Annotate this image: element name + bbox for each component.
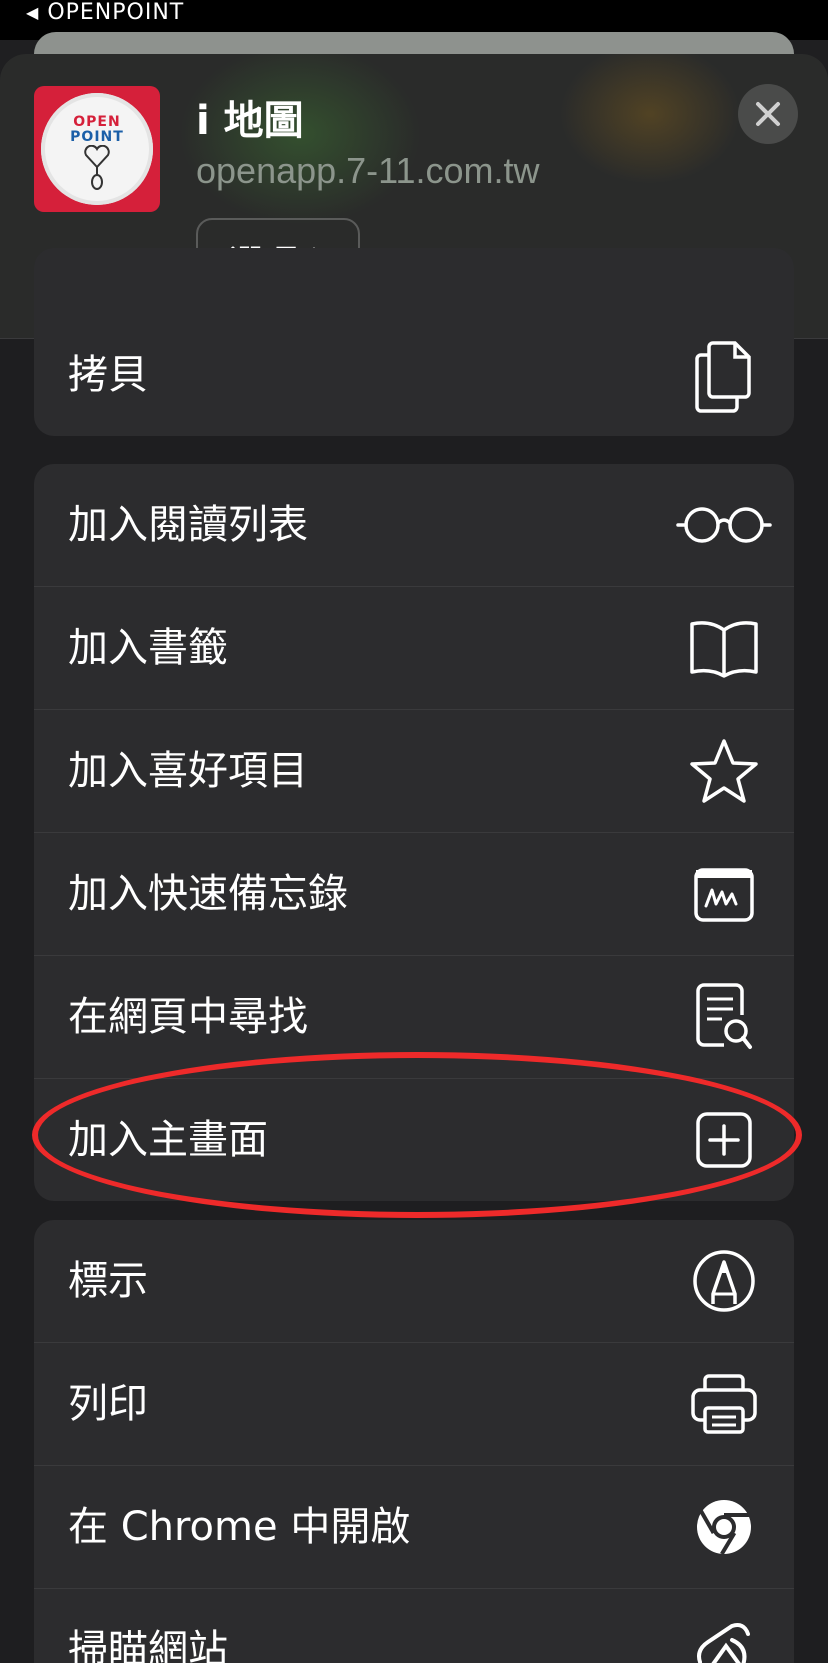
action-label: 在 Chrome 中開啟 xyxy=(68,1504,411,1550)
book-icon xyxy=(684,587,764,709)
glasses-icon xyxy=(674,464,774,586)
share-sheet-screen: ◀ OPENPOINT OPEN POINT i 地圖 openapp.7-11… xyxy=(0,0,828,1663)
action-label: 掃瞄網站 xyxy=(68,1627,228,1663)
find-in-page-icon xyxy=(684,956,764,1078)
close-button[interactable] xyxy=(738,84,798,144)
app-icon: OPEN POINT xyxy=(34,86,160,212)
action-row-scan-site[interactable]: 掃瞄網站 xyxy=(34,1589,794,1663)
openpoint-logo-icon: OPEN POINT xyxy=(41,93,153,205)
page-title: i 地圖 xyxy=(196,98,304,144)
page-actions-group: 加入閱讀列表 加入書籤 加入喜好項目 加入快速備忘錄 在網頁中尋找 加入主畫面 xyxy=(34,464,794,1201)
more-actions-group: 標示 列印 在 Chrome 中開啟 掃瞄網站 xyxy=(34,1220,794,1663)
action-label: 拷貝 xyxy=(68,352,148,398)
copy-group: 拷貝 xyxy=(34,248,794,436)
back-triangle-icon: ◀ xyxy=(26,3,40,22)
copy-icon xyxy=(684,314,764,436)
action-label: 加入閱讀列表 xyxy=(68,502,308,548)
action-label: 加入書籤 xyxy=(68,625,228,671)
action-label: 加入主畫面 xyxy=(68,1117,268,1163)
back-to-app-button[interactable]: ◀ OPENPOINT xyxy=(26,0,184,25)
close-icon xyxy=(756,102,780,126)
share-sheet: OPEN POINT i 地圖 openapp.7-11.com.tw 選項 xyxy=(0,54,828,1663)
add-square-icon xyxy=(684,1079,764,1201)
action-row-find-in-page[interactable]: 在網頁中尋找 xyxy=(34,956,794,1079)
action-row-reading-list[interactable]: 加入閱讀列表 xyxy=(34,464,794,587)
star-icon xyxy=(684,710,764,832)
action-row-bookmark[interactable]: 加入書籤 xyxy=(34,587,794,710)
action-label: 加入快速備忘錄 xyxy=(68,871,348,917)
page-url: openapp.7-11.com.tw xyxy=(196,150,540,191)
quick-note-icon xyxy=(684,833,764,955)
printer-icon xyxy=(684,1343,764,1465)
action-row-add-to-home-screen[interactable]: 加入主畫面 xyxy=(34,1079,794,1201)
scan-icon xyxy=(684,1589,764,1663)
action-label: 加入喜好項目 xyxy=(68,748,308,794)
logo-text-line1: OPEN xyxy=(73,114,121,130)
action-row-quick-note[interactable]: 加入快速備忘錄 xyxy=(34,833,794,956)
action-row-copy[interactable]: 拷貝 xyxy=(34,314,794,436)
action-row-print[interactable]: 列印 xyxy=(34,1343,794,1466)
logo-text-line2: POINT xyxy=(70,129,124,145)
action-row-open-in-chrome[interactable]: 在 Chrome 中開啟 xyxy=(34,1466,794,1589)
heart-key-icon xyxy=(84,145,110,190)
chrome-icon xyxy=(684,1466,764,1588)
action-row-markup[interactable]: 標示 xyxy=(34,1220,794,1343)
markup-icon xyxy=(684,1220,764,1342)
back-app-label: OPENPOINT xyxy=(47,0,185,25)
action-label: 列印 xyxy=(68,1381,148,1427)
action-row-favorites[interactable]: 加入喜好項目 xyxy=(34,710,794,833)
action-label: 在網頁中尋找 xyxy=(68,994,308,1040)
action-label: 標示 xyxy=(68,1258,148,1304)
